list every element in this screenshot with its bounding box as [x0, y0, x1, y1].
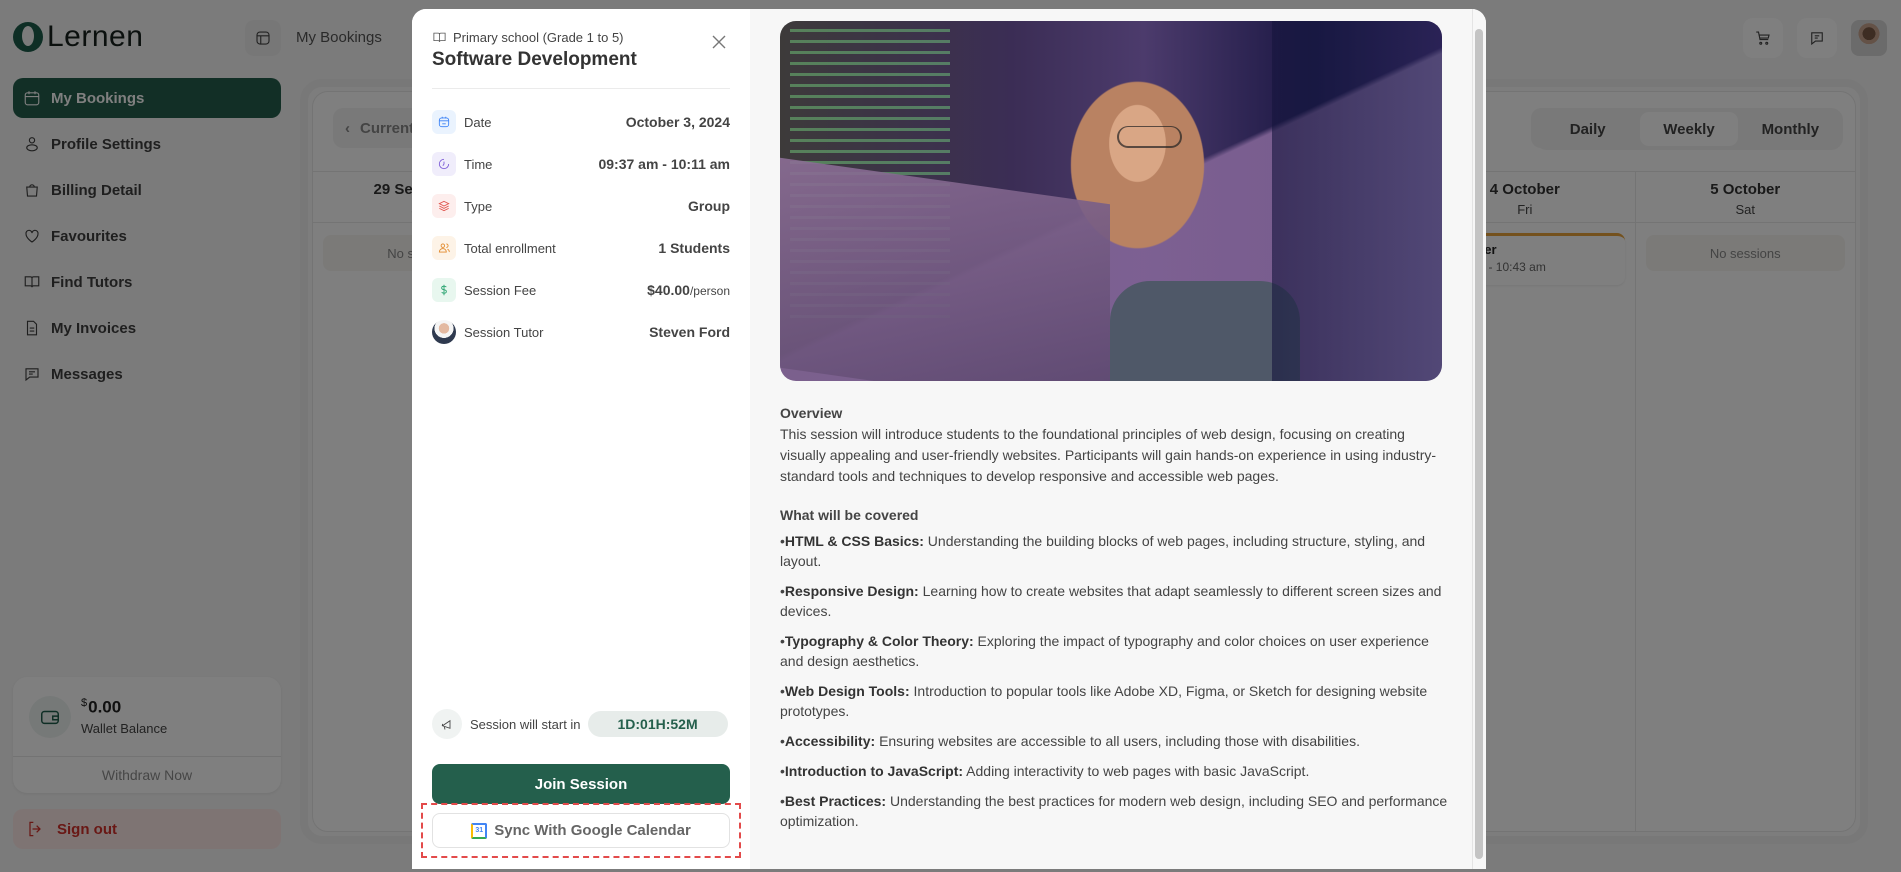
countdown-timer: 1D:01H:52M: [587, 711, 728, 737]
detail-value: October 3, 2024: [625, 114, 730, 130]
divider: [432, 88, 730, 89]
detail-label: Type: [464, 198, 493, 214]
detail-row-tutor: Session Tutor Steven Ford: [432, 311, 730, 353]
detail-value: 09:37 am - 10:11 am: [598, 156, 730, 172]
session-cover-image: [780, 21, 1442, 381]
detail-value: Group: [688, 198, 730, 214]
detail-label: Date: [464, 114, 492, 130]
detail-row-enrollment: Total enrollment 1 Students: [432, 227, 730, 269]
detail-label: Session Tutor: [464, 324, 544, 340]
detail-value: $40.00/person: [647, 282, 730, 298]
close-icon: [712, 35, 726, 49]
covered-list-item: •Introduction to JavaScript: Adding inte…: [780, 763, 1310, 779]
megaphone-icon: [432, 709, 462, 739]
session-summary-panel: Primary school (Grade 1 to 5) Software D…: [412, 9, 750, 869]
sync-google-calendar-button[interactable]: 31 Sync With Google Calendar: [432, 813, 730, 848]
google-calendar-icon: 31: [471, 822, 488, 839]
detail-row-time: Time 09:37 am - 10:11 am: [432, 143, 730, 185]
calendar-icon: [432, 110, 456, 134]
covered-list-item: •Accessibility: Ensuring websites are ac…: [780, 733, 1360, 749]
covered-list-item: •Web Design Tools: Introduction to popul…: [780, 683, 1428, 719]
scrollbar-track[interactable]: [1472, 9, 1486, 869]
covered-heading: What will be covered: [780, 507, 919, 523]
detail-row-fee: Session Fee $40.00/person: [432, 269, 730, 311]
covered-list-item: •Responsive Design: Learning how to crea…: [780, 583, 1442, 619]
detail-label: Total enrollment: [464, 240, 556, 256]
book-icon: [433, 32, 446, 42]
session-detail-modal: Primary school (Grade 1 to 5) Software D…: [412, 9, 1486, 869]
session-description-panel: Overview This session will introduce stu…: [750, 9, 1486, 869]
clock-icon: [432, 152, 456, 176]
covered-list-item: •Best Practices: Understanding the best …: [780, 793, 1448, 829]
detail-row-date: Date October 3, 2024: [432, 101, 730, 143]
scrollbar-thumb[interactable]: [1475, 29, 1483, 859]
covered-list-item: •Typography & Color Theory: Exploring th…: [780, 633, 1429, 669]
detail-row-type: Type Group: [432, 185, 730, 227]
education-level: Primary school (Grade 1 to 5): [432, 30, 730, 45]
close-modal-button[interactable]: [708, 31, 730, 53]
session-title: Software Development: [432, 49, 637, 70]
join-session-button[interactable]: Join Session: [432, 764, 730, 804]
detail-label: Time: [464, 156, 493, 172]
dollar-icon: [432, 278, 456, 302]
tutor-name[interactable]: Steven Ford: [649, 324, 730, 340]
detail-value: 1 Students: [658, 240, 730, 256]
countdown-label: Session will start in: [470, 716, 581, 732]
session-countdown: Session will start in 1D:01H:52M: [432, 709, 730, 739]
tutor-avatar: [432, 320, 456, 344]
users-icon: [432, 236, 456, 260]
overview-text: This session will introduce students to …: [780, 426, 1437, 484]
overview-heading: Overview: [780, 405, 843, 421]
layers-icon: [432, 194, 456, 218]
covered-list-item: •HTML & CSS Basics: Understanding the bu…: [780, 533, 1426, 569]
detail-label: Session Fee: [464, 282, 537, 298]
